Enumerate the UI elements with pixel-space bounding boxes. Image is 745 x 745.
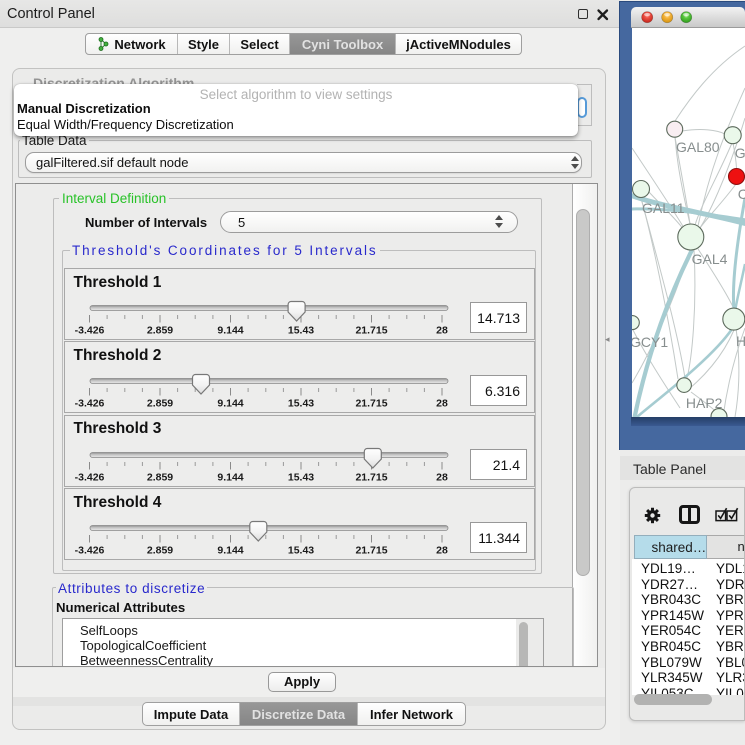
svg-text:15.43: 15.43 xyxy=(288,325,314,337)
svg-text:2.859: 2.859 xyxy=(147,325,173,337)
svg-text:GA: GA xyxy=(735,145,745,161)
svg-text:-3.426: -3.426 xyxy=(75,545,105,557)
svg-text:-3.426: -3.426 xyxy=(75,325,105,337)
svg-text:H: H xyxy=(736,333,745,349)
svg-text:HAP2: HAP2 xyxy=(686,395,723,411)
svg-text:28: 28 xyxy=(436,398,448,410)
svg-text:15.43: 15.43 xyxy=(288,398,314,410)
svg-text:C: C xyxy=(738,186,745,202)
svg-text:15.43: 15.43 xyxy=(288,471,314,483)
svg-text:15.43: 15.43 xyxy=(288,545,314,557)
svg-text:28: 28 xyxy=(436,325,448,337)
svg-text:GAL4: GAL4 xyxy=(692,251,728,267)
svg-text:9.144: 9.144 xyxy=(217,545,243,557)
svg-text:2.859: 2.859 xyxy=(147,471,173,483)
svg-text:-3.426: -3.426 xyxy=(75,471,105,483)
svg-text:GAL11: GAL11 xyxy=(642,200,685,216)
svg-text:21.715: 21.715 xyxy=(355,471,387,483)
svg-text:21.715: 21.715 xyxy=(355,325,387,337)
svg-text:28: 28 xyxy=(436,545,448,557)
svg-text:9.144: 9.144 xyxy=(217,471,243,483)
svg-text:2.859: 2.859 xyxy=(147,545,173,557)
svg-text:GCY1: GCY1 xyxy=(632,334,668,350)
svg-text:28: 28 xyxy=(436,471,448,483)
svg-text:9.144: 9.144 xyxy=(217,325,243,337)
svg-text:2.859: 2.859 xyxy=(147,398,173,410)
svg-text:21.715: 21.715 xyxy=(355,545,387,557)
svg-text:21.715: 21.715 xyxy=(355,398,387,410)
svg-text:-3.426: -3.426 xyxy=(75,398,105,410)
svg-text:9.144: 9.144 xyxy=(217,398,243,410)
svg-text:GAL80: GAL80 xyxy=(676,139,720,155)
